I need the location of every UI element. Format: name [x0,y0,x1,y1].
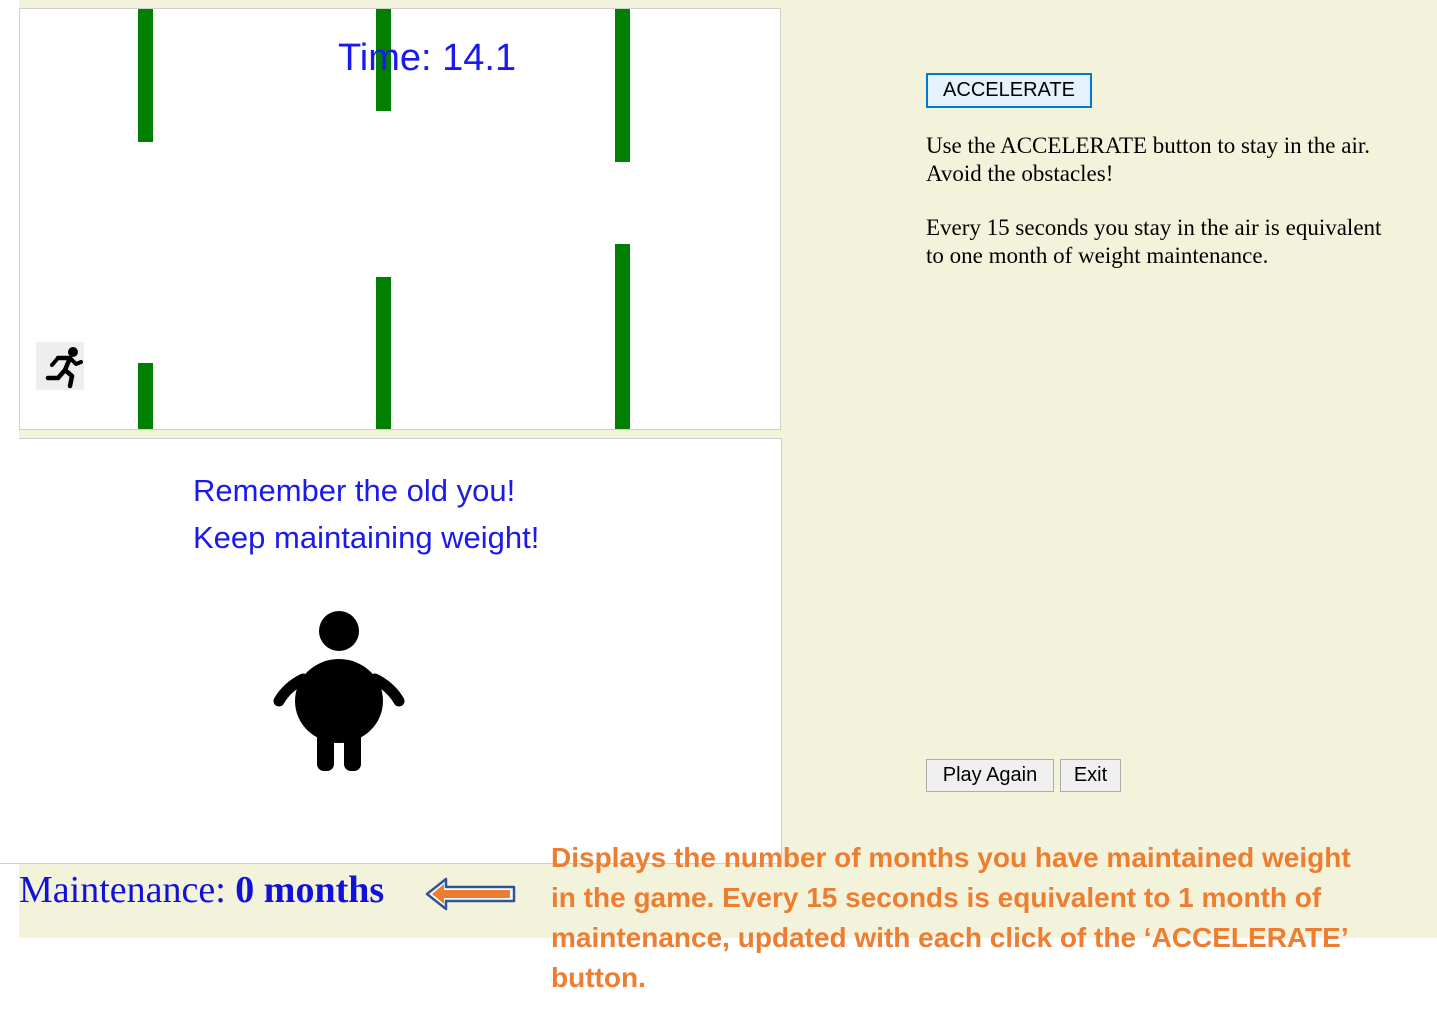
message-line-2: Keep maintaining weight! [193,520,540,555]
instructions-text-1: Use the ACCELERATE button to stay in the… [926,133,1370,186]
play-again-button[interactable]: Play Again [926,759,1054,792]
overweight-person-icon [271,609,407,775]
obstacle-bottom-2 [376,277,391,429]
message-panel: Remember the old you! Keep maintaining w… [19,438,782,864]
annotation-callout: Displays the number of months you have m… [551,842,1351,993]
obstacle-top-3 [615,9,630,162]
maintenance-label: Maintenance: [19,869,236,911]
left-arrow-icon [424,876,518,912]
running-man-icon [36,342,84,390]
obstacle-top-1 [138,9,153,142]
accelerate-button[interactable]: ACCELERATE [926,73,1092,108]
message-line-1: Remember the old you! [193,473,516,508]
obstacle-bottom-1 [138,363,153,429]
time-label: Time: 14.1 [338,37,517,79]
maintenance-counter: Maintenance: 0 months [19,868,384,912]
maintenance-value: 0 months [235,869,385,911]
obstacle-bottom-3 [615,244,630,429]
exit-button[interactable]: Exit [1060,759,1121,792]
game-canvas[interactable]: Time: 14.1 [19,8,781,430]
instructions-text-2: Every 15 seconds you stay in the air is … [926,215,1382,268]
